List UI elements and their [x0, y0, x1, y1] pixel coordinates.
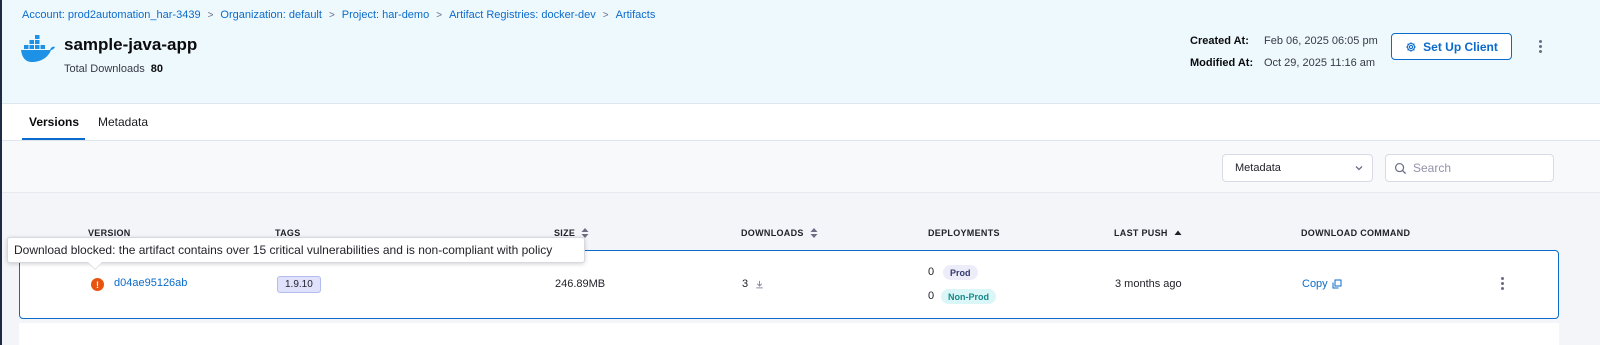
created-at-label: Created At:	[1190, 35, 1249, 47]
breadcrumb-separator-icon: >	[602, 9, 609, 21]
total-downloads: Total Downloads 80	[64, 63, 163, 75]
deployment-nonprod-badge: Non-Prod	[941, 289, 996, 304]
tab-bar: Versions Metadata	[2, 104, 1600, 141]
sort-icon[interactable]	[810, 228, 818, 238]
tab-metadata[interactable]: Metadata	[98, 115, 148, 129]
deployment-prod-badge: Prod	[943, 265, 978, 280]
artifact-header: Account: prod2automation_har-3439 > Orga…	[2, 0, 1600, 104]
modified-at-label: Modified At:	[1190, 57, 1254, 69]
gear-icon	[1406, 41, 1416, 52]
column-header-last-push[interactable]: LAST PUSH	[1114, 228, 1182, 238]
column-header-deployments: DEPLOYMENTS	[928, 228, 1000, 238]
search-box	[1385, 154, 1554, 182]
deployment-nonprod-count: 0	[928, 290, 935, 302]
search-icon	[1394, 162, 1407, 174]
search-input[interactable]	[1413, 161, 1543, 175]
size-value: 246.89MB	[555, 278, 606, 290]
tag-badge: 1.9.10	[277, 276, 321, 293]
copy-command-button[interactable]: Copy	[1302, 278, 1342, 290]
breadcrumb-separator-icon: >	[207, 9, 214, 21]
breadcrumb-separator-icon: >	[328, 9, 335, 21]
set-up-client-button[interactable]: Set Up Client	[1391, 33, 1512, 60]
last-push-value: 3 months ago	[1115, 278, 1182, 290]
column-header-downloads[interactable]: DOWNLOADS	[741, 228, 818, 238]
deployment-prod-count: 0	[928, 266, 935, 278]
artifact-title: sample-java-app	[64, 35, 198, 54]
downloads-value: 3	[742, 278, 749, 290]
active-tab-indicator	[22, 138, 85, 140]
copy-icon	[1332, 279, 1342, 289]
column-header-last-push-label: LAST PUSH	[1114, 228, 1168, 238]
breadcrumb-registry[interactable]: Artifact Registries: docker-dev	[449, 9, 596, 21]
docker-icon	[21, 35, 55, 62]
breadcrumb: Account: prod2automation_har-3439 > Orga…	[22, 9, 655, 21]
chevron-down-icon	[1355, 166, 1363, 171]
column-header-downloads-label: DOWNLOADS	[741, 228, 804, 238]
breadcrumb-project[interactable]: Project: har-demo	[342, 9, 429, 21]
table-row-next	[19, 323, 1559, 345]
tooltip-arrow	[88, 262, 102, 269]
versions-toolbar: Metadata	[2, 141, 1600, 193]
header-more-options-icon[interactable]	[1538, 40, 1542, 53]
breadcrumb-organization[interactable]: Organization: default	[220, 9, 322, 21]
download-icon	[756, 280, 763, 288]
column-header-download-command-label: DOWNLOAD COMMAND	[1301, 228, 1411, 238]
downloads-cell: 3	[742, 278, 764, 290]
copy-label: Copy	[1302, 278, 1328, 290]
warning-icon[interactable]: !	[91, 278, 104, 291]
filter-dropdown[interactable]: Metadata	[1222, 154, 1373, 182]
column-header-deployments-label: DEPLOYMENTS	[928, 228, 1000, 238]
created-at-value: Feb 06, 2025 06:05 pm	[1264, 35, 1378, 47]
column-header-download-command: DOWNLOAD COMMAND	[1301, 228, 1410, 238]
row-more-options-icon[interactable]	[1500, 277, 1504, 290]
set-up-client-label: Set Up Client	[1423, 39, 1498, 54]
breadcrumb-account[interactable]: Account: prod2automation_har-3439	[22, 9, 201, 21]
total-downloads-label: Total Downloads	[64, 63, 145, 75]
sort-ascending-icon[interactable]	[1174, 230, 1182, 236]
breadcrumb-artifacts[interactable]: Artifacts	[616, 9, 656, 21]
version-link[interactable]: d04ae95126ab	[114, 277, 187, 289]
blocked-download-tooltip: Download blocked: the artifact contains …	[7, 237, 585, 263]
filter-dropdown-value: Metadata	[1235, 162, 1281, 174]
breadcrumb-separator-icon: >	[436, 9, 443, 21]
tab-versions[interactable]: Versions	[29, 115, 79, 129]
total-downloads-value: 80	[150, 63, 163, 75]
modified-at-value: Oct 29, 2025 11:16 am	[1264, 57, 1376, 69]
